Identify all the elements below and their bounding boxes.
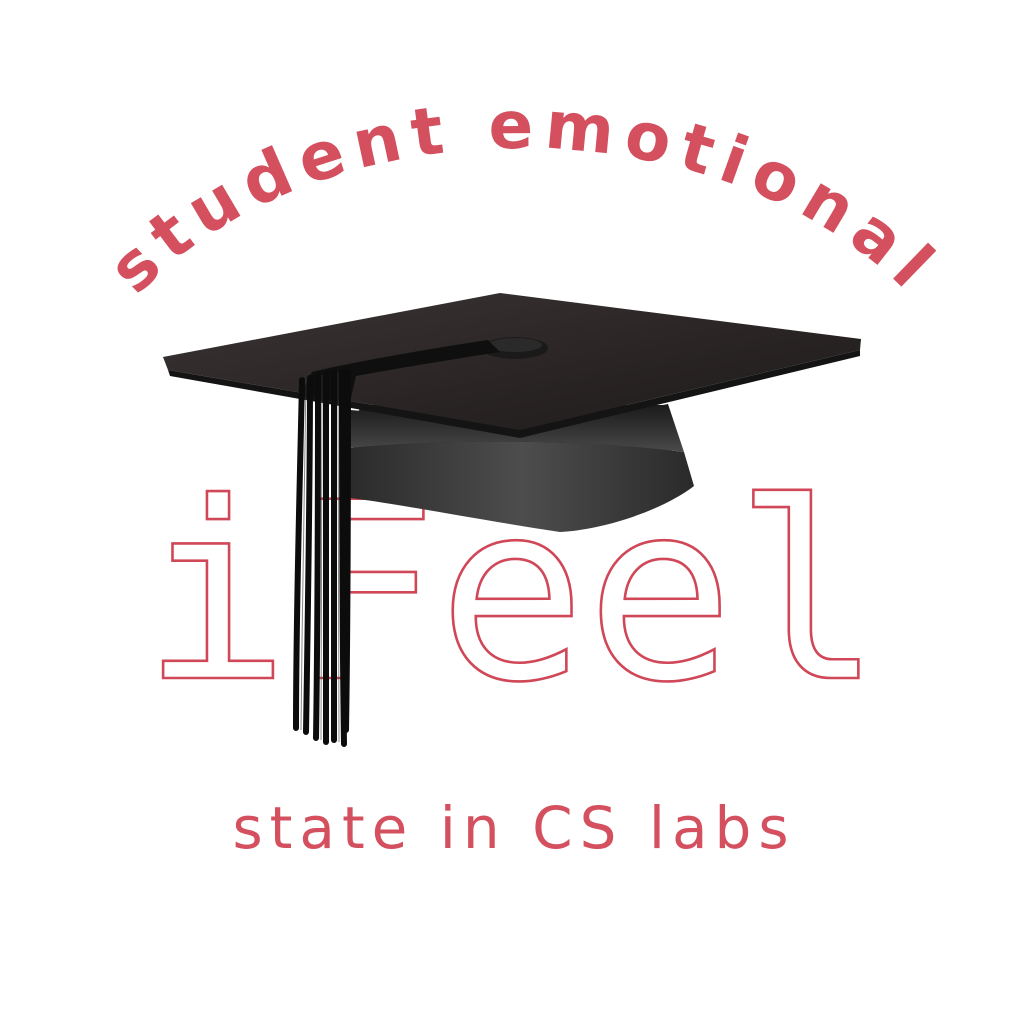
tagline: state in CS labs [232,794,795,862]
arc-headline-text: student emotional [94,86,945,308]
arc-headline: student emotional [94,86,955,308]
ifeel-logo: student emotional iFeel state in CS labs [94,86,955,862]
